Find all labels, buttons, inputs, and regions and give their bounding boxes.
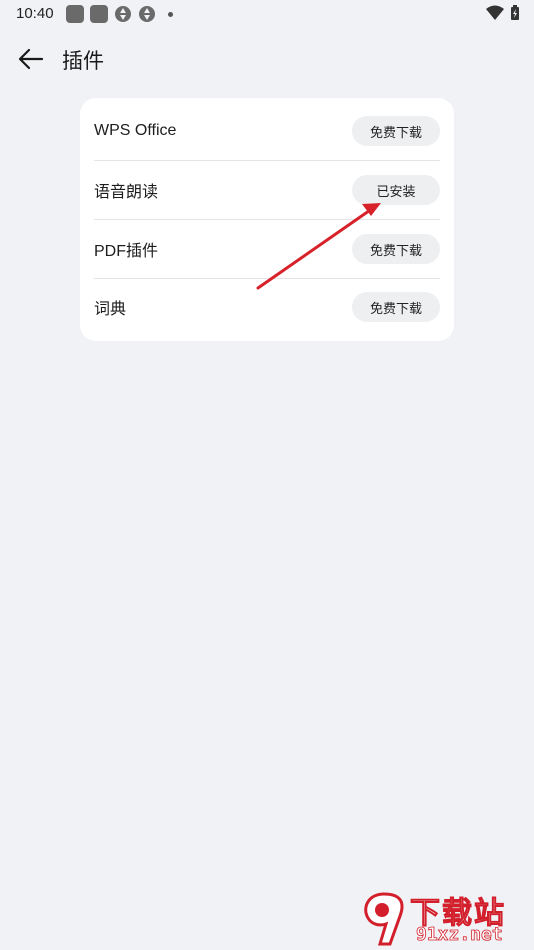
aperture-notification-icon	[115, 6, 131, 22]
app-notification-icon	[66, 5, 84, 23]
watermark-logo-icon	[364, 892, 404, 946]
app-notification-icon	[90, 5, 108, 23]
arrow-left-icon	[18, 48, 44, 70]
watermark-url: 91xz.net	[416, 924, 504, 946]
wifi-icon	[486, 5, 504, 20]
download-button[interactable]: 免费下载	[352, 234, 440, 264]
plugin-row-wps-office: WPS Office 免费下载	[94, 102, 440, 160]
more-notifications-dot-icon	[168, 11, 173, 17]
aperture-notification-icon	[139, 6, 155, 22]
plugin-list-card: WPS Office 免费下载 语音朗读 已安装 PDF插件 免费下载 词典 免…	[80, 98, 454, 341]
app-header: 插件	[0, 38, 534, 78]
status-bar: 10:40	[0, 0, 534, 30]
plugin-name: PDF插件	[94, 243, 159, 260]
installed-button[interactable]: 已安装	[352, 175, 440, 205]
battery-charging-icon	[511, 5, 519, 20]
plugin-row-pdf: PDF插件 免费下载	[94, 220, 440, 278]
back-button[interactable]	[14, 42, 48, 76]
download-button[interactable]: 免费下载	[352, 116, 440, 146]
plugin-name: WPS Office	[94, 122, 177, 139]
download-button[interactable]: 免费下载	[352, 292, 440, 322]
system-icons	[486, 5, 520, 21]
plugin-name: 语音朗读	[94, 184, 159, 201]
notification-icons	[66, 5, 173, 23]
plugin-row-dictionary: 词典 免费下载	[94, 278, 440, 336]
watermark: 下载站 91xz.net	[354, 888, 530, 948]
page-title: 插件	[62, 49, 104, 73]
plugin-row-voice-reading: 语音朗读 已安装	[94, 161, 440, 219]
plugin-name: 词典	[94, 301, 127, 318]
status-time: 10:40	[16, 5, 54, 22]
